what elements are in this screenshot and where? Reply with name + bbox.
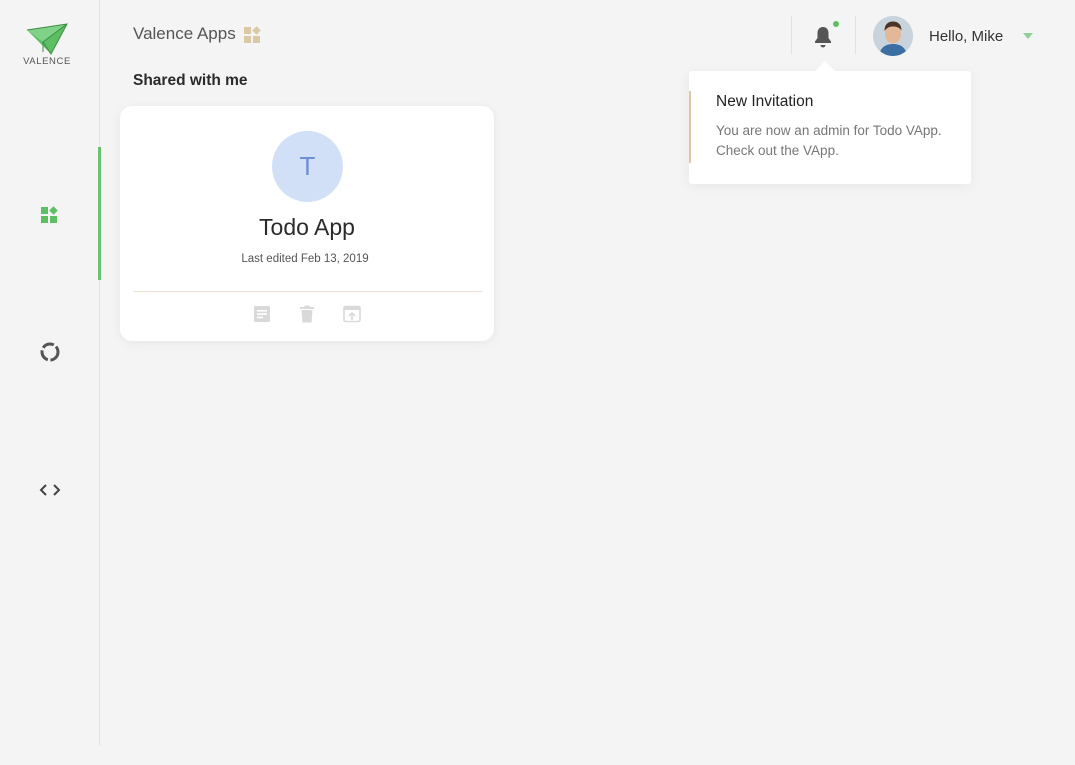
- app-avatar: T: [272, 131, 343, 202]
- sidebar-item-apps[interactable]: [0, 147, 101, 281]
- user-menu[interactable]: Hello, Mike: [873, 16, 1034, 56]
- bell-icon: [815, 27, 831, 48]
- notification-dot: [833, 21, 839, 27]
- sidebar-item-code[interactable]: [0, 423, 100, 557]
- trash-icon: [300, 305, 314, 323]
- apps-icon: [41, 206, 58, 223]
- paper-plane-logo-icon: [26, 23, 68, 55]
- apps-brand-icon: [243, 26, 261, 43]
- user-avatar-icon: [873, 16, 913, 56]
- notifications-button[interactable]: [812, 21, 839, 49]
- user-greeting: Hello, Mike: [929, 27, 1004, 45]
- spinner-icon: [40, 342, 60, 362]
- notification-accent: [689, 91, 691, 163]
- brand-label: Valence Apps: [133, 24, 236, 43]
- card-actions: [120, 304, 494, 324]
- notification-popover[interactable]: New Invitation You are now an admin for …: [689, 61, 971, 184]
- details-button[interactable]: [252, 304, 272, 324]
- open-button[interactable]: [342, 304, 362, 324]
- card-divider: [133, 291, 483, 292]
- notification-text: You are now an admin for Todo VApp. Chec…: [716, 123, 942, 158]
- valence-logo[interactable]: VALENCE: [22, 22, 72, 67]
- app-card[interactable]: T Todo App Last edited Feb 13, 2019: [120, 106, 494, 341]
- app-avatar-letter: T: [299, 151, 316, 181]
- delete-button[interactable]: [297, 304, 317, 324]
- chevron-down-icon: [1023, 33, 1034, 39]
- sidebar-item-status[interactable]: [0, 285, 100, 419]
- open-in-icon: [343, 305, 361, 323]
- code-icon: [39, 484, 61, 496]
- sidebar: VALENCE: [0, 0, 101, 745]
- section-title: Shared with me: [133, 72, 248, 89]
- header-divider: [791, 16, 792, 54]
- app-name: Todo App: [259, 214, 355, 240]
- avatar: [873, 16, 913, 56]
- logo-text: VALENCE: [23, 56, 71, 67]
- app-last-edited: Last edited Feb 13, 2019: [241, 253, 369, 265]
- header-divider: [855, 16, 856, 54]
- app-root: VALENCE Valence Apps Hello, Mike Shared …: [0, 0, 1075, 765]
- brand-title[interactable]: Valence Apps: [133, 24, 263, 44]
- details-icon: [254, 306, 270, 322]
- notification-title: New Invitation: [716, 93, 814, 110]
